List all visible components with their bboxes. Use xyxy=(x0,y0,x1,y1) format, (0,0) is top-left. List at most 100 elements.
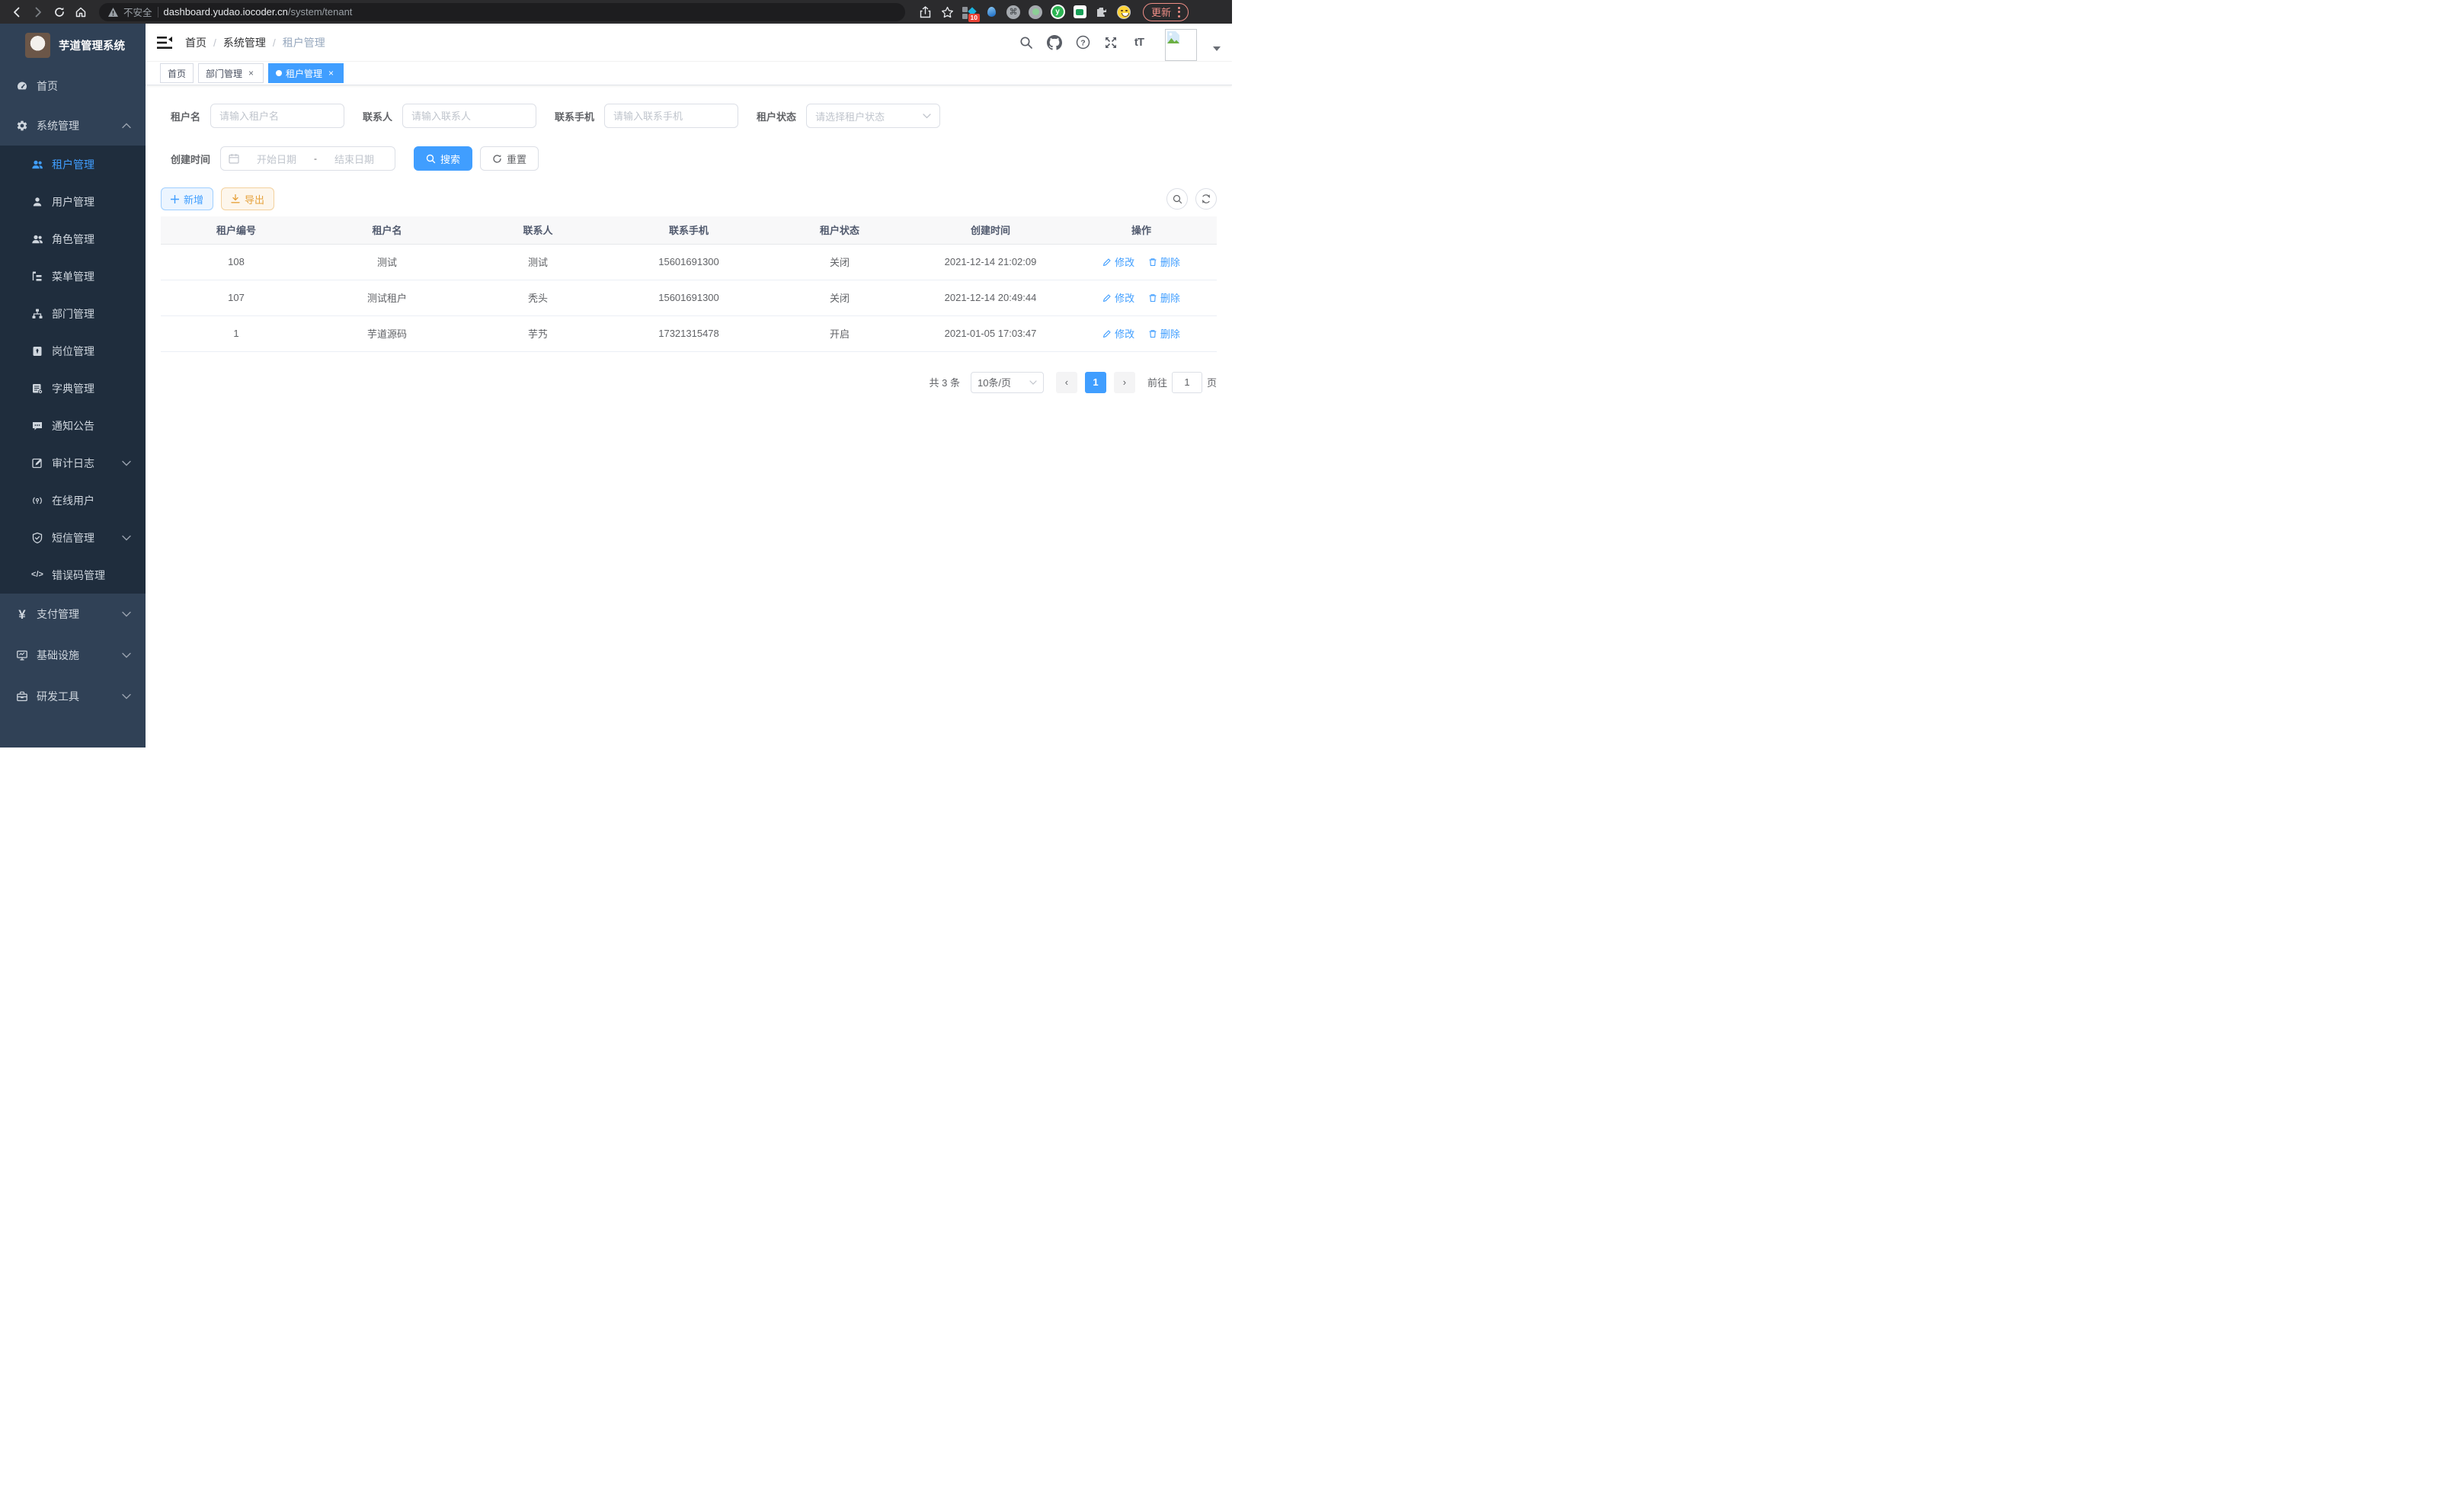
sidebar-item-role[interactable]: 角色管理 xyxy=(0,220,146,258)
sidebar-item-label: 通知公告 xyxy=(52,418,94,434)
next-page-button[interactable]: › xyxy=(1114,372,1135,393)
tenant-name-input[interactable] xyxy=(210,104,344,128)
browser-update-menu[interactable]: 更新 xyxy=(1143,3,1189,21)
tab-tenant[interactable]: 租户管理 × xyxy=(268,63,344,83)
current-page-button[interactable]: 1 xyxy=(1085,372,1106,393)
sidebar-item-dict[interactable]: 字典管理 xyxy=(0,370,146,407)
search-icon xyxy=(1173,194,1182,204)
sidebar-item-tenant[interactable]: 租户管理 xyxy=(0,146,146,183)
breadcrumb-home[interactable]: 首页 xyxy=(185,35,206,50)
extension-command-icon[interactable]: ⌘ xyxy=(1006,5,1021,20)
tab-dept[interactable]: 部门管理 × xyxy=(198,63,264,83)
trash-icon xyxy=(1148,329,1157,338)
add-button[interactable]: 新增 xyxy=(161,187,213,210)
sidebar-item-sms[interactable]: 短信管理 xyxy=(0,519,146,556)
gear-icon xyxy=(16,120,28,132)
close-icon[interactable]: × xyxy=(326,69,336,78)
font-size-icon[interactable]: tT xyxy=(1131,34,1147,51)
status-select[interactable]: 请选择租户状态 xyxy=(806,104,940,128)
sidebar-item-notice[interactable]: 通知公告 xyxy=(0,407,146,444)
broken-image-icon xyxy=(1167,31,1179,43)
chevron-down-icon xyxy=(122,460,131,466)
browser-home-button[interactable] xyxy=(72,3,90,21)
sidebar-item-audit-log[interactable]: 审计日志 xyxy=(0,444,146,482)
prev-page-button[interactable]: ‹ xyxy=(1056,372,1077,393)
sidebar-item-label: 基础设施 xyxy=(37,648,79,663)
sidebar-item-label: 部门管理 xyxy=(52,306,94,322)
breadcrumb-system[interactable]: 系统管理 xyxy=(223,35,266,50)
sidebar-item-pay[interactable]: ¥ 支付管理 xyxy=(0,594,146,635)
edit-pen-icon xyxy=(1102,293,1112,303)
sidebar-item-system[interactable]: 系统管理 xyxy=(0,106,146,146)
extension-balloon-icon[interactable] xyxy=(984,5,999,20)
sidebar-item-label: 岗位管理 xyxy=(52,344,94,359)
sidebar-item-menu[interactable]: 菜单管理 xyxy=(0,258,146,295)
col-created: 创建时间 xyxy=(915,216,1066,244)
edit-link[interactable]: 修改 xyxy=(1102,290,1134,305)
edit-link[interactable]: 修改 xyxy=(1102,255,1134,269)
sidebar-item-label: 审计日志 xyxy=(52,456,94,471)
table-row: 107 测试租户 秃头 15601691300 关闭 2021-12-14 20… xyxy=(161,280,1217,315)
browser-reload-button[interactable] xyxy=(50,3,69,21)
browser-back-button[interactable] xyxy=(8,3,26,21)
page-size-select[interactable]: 10条/页 xyxy=(971,372,1044,393)
sidebar-collapse-icon[interactable] xyxy=(157,35,172,50)
share-icon[interactable] xyxy=(917,5,933,20)
contact-input[interactable] xyxy=(402,104,536,128)
tab-home[interactable]: 首页 xyxy=(160,63,194,83)
address-bar[interactable]: 不安全 dashboard.yudao.iocoder.cn/system/te… xyxy=(99,3,905,21)
extension-chat-icon[interactable] xyxy=(1072,5,1087,20)
svg-text:?: ? xyxy=(1080,38,1085,47)
github-icon[interactable] xyxy=(1046,34,1063,51)
browser-menu-icon xyxy=(1178,7,1180,18)
bookmark-star-icon[interactable] xyxy=(939,5,955,20)
export-button[interactable]: 导出 xyxy=(221,187,274,210)
trash-icon xyxy=(1148,293,1157,303)
sidebar-item-user[interactable]: 用户管理 xyxy=(0,183,146,220)
search-icon[interactable] xyxy=(1018,34,1035,51)
extension-yuque-icon[interactable]: y xyxy=(1050,5,1065,20)
extension-tiles-icon[interactable]: 10 xyxy=(962,5,977,20)
fullscreen-icon[interactable] xyxy=(1102,34,1119,51)
sidebar-item-home[interactable]: 首页 xyxy=(0,66,146,106)
sidebar-item-label: 字典管理 xyxy=(52,381,94,396)
jump-page-input[interactable] xyxy=(1172,372,1202,393)
security-warning-icon xyxy=(108,8,118,17)
reset-button[interactable]: 重置 xyxy=(480,146,539,171)
sidebar-item-post[interactable]: 岗位管理 xyxy=(0,332,146,370)
tenant-page: 租户名 联系人 联系手机 租户状态 请选择租户状态 xyxy=(146,85,1232,748)
browser-forward-button[interactable] xyxy=(29,3,47,21)
chevron-down-icon xyxy=(122,611,131,617)
edit-link[interactable]: 修改 xyxy=(1102,326,1134,341)
created-time-label: 创建时间 xyxy=(171,152,210,166)
toolbox-icon xyxy=(16,690,28,703)
tags-view: 首页 部门管理 × 租户管理 × xyxy=(146,62,1232,85)
col-contact: 联系人 xyxy=(462,216,613,244)
help-icon[interactable]: ? xyxy=(1074,34,1091,51)
app-logo-row: 芋道管理系统 xyxy=(0,24,146,66)
extension-record-icon[interactable] xyxy=(1028,5,1043,20)
extensions-puzzle-icon[interactable] xyxy=(1094,5,1109,20)
avatar-dropdown-caret[interactable] xyxy=(1213,46,1221,51)
sidebar-item-error-code[interactable]: </> 错误码管理 xyxy=(0,556,146,594)
delete-link[interactable]: 删除 xyxy=(1148,255,1180,269)
tree-table-icon xyxy=(31,271,43,283)
hide-search-button[interactable] xyxy=(1166,188,1188,210)
close-icon[interactable]: × xyxy=(246,69,256,78)
date-range-picker[interactable]: 开始日期 - 结束日期 xyxy=(220,146,395,171)
mobile-input[interactable] xyxy=(604,104,738,128)
browser-profile-avatar[interactable] xyxy=(1116,5,1131,20)
refresh-button[interactable] xyxy=(1195,188,1217,210)
delete-link[interactable]: 删除 xyxy=(1148,290,1180,305)
delete-link[interactable]: 删除 xyxy=(1148,326,1180,341)
org-tree-icon xyxy=(31,308,43,320)
app-logo xyxy=(25,33,50,58)
sidebar-item-dev-tools[interactable]: 研发工具 xyxy=(0,676,146,717)
sidebar-item-online-user[interactable]: 在线用户 xyxy=(0,482,146,519)
breadcrumb-current: 租户管理 xyxy=(283,35,325,50)
sidebar-item-infra[interactable]: 基础设施 xyxy=(0,635,146,676)
user-avatar[interactable] xyxy=(1165,29,1197,61)
sidebar-item-dept[interactable]: 部门管理 xyxy=(0,295,146,332)
chevron-down-icon xyxy=(122,652,131,658)
search-button[interactable]: 搜索 xyxy=(414,146,472,171)
